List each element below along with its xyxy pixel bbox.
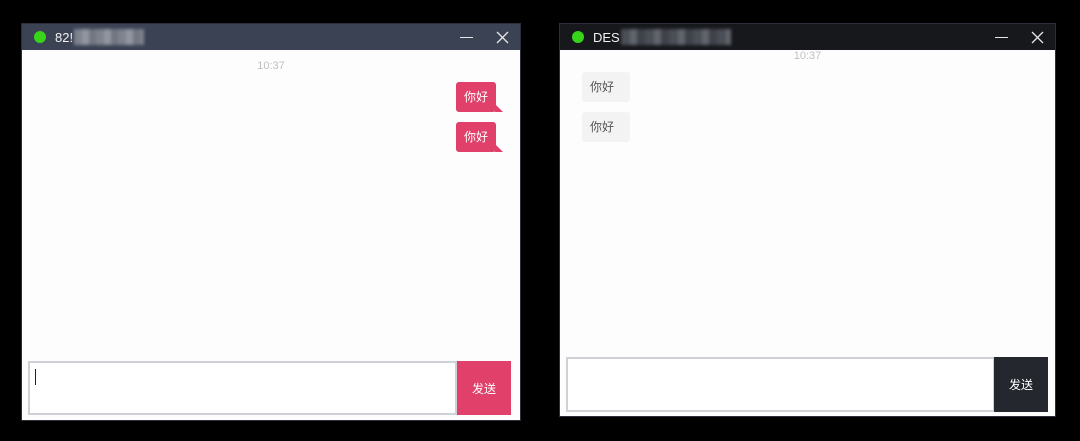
minimize-button[interactable]	[983, 24, 1019, 50]
online-status-icon	[572, 31, 584, 43]
minimize-icon	[994, 36, 1008, 38]
text-caret	[35, 369, 36, 385]
message-timestamp: 10:37	[257, 60, 285, 72]
message-input[interactable]	[28, 361, 457, 415]
minimize-button[interactable]	[448, 24, 484, 50]
close-button[interactable]	[484, 24, 520, 50]
redacted-name-blur	[620, 29, 731, 45]
title-bar[interactable]: DES	[560, 24, 1055, 50]
close-icon	[1031, 31, 1043, 43]
send-button[interactable]: 发送	[994, 357, 1048, 412]
chat-window-right: DES 10:37 你好 你好 发送	[559, 23, 1056, 417]
title-bar[interactable]: 82!	[22, 24, 520, 50]
online-status-icon	[34, 31, 46, 43]
contact-name: 82!	[55, 29, 74, 45]
redacted-name-blur	[74, 29, 145, 45]
close-icon	[496, 31, 508, 43]
close-button[interactable]	[1019, 24, 1055, 50]
chat-window-left: 82! 10:37 你好 你好 发送	[21, 23, 521, 421]
received-message-bubble: 你好	[582, 112, 630, 142]
received-message-bubble: 你好	[582, 72, 630, 102]
send-button[interactable]: 发送	[457, 361, 511, 415]
sent-message-bubble: 你好	[455, 82, 504, 112]
contact-name: DES	[593, 29, 620, 45]
minimize-icon	[459, 36, 473, 38]
message-input[interactable]	[566, 357, 995, 412]
message-timestamp: 10:37	[793, 50, 822, 62]
sent-message-bubble: 你好	[455, 122, 504, 152]
